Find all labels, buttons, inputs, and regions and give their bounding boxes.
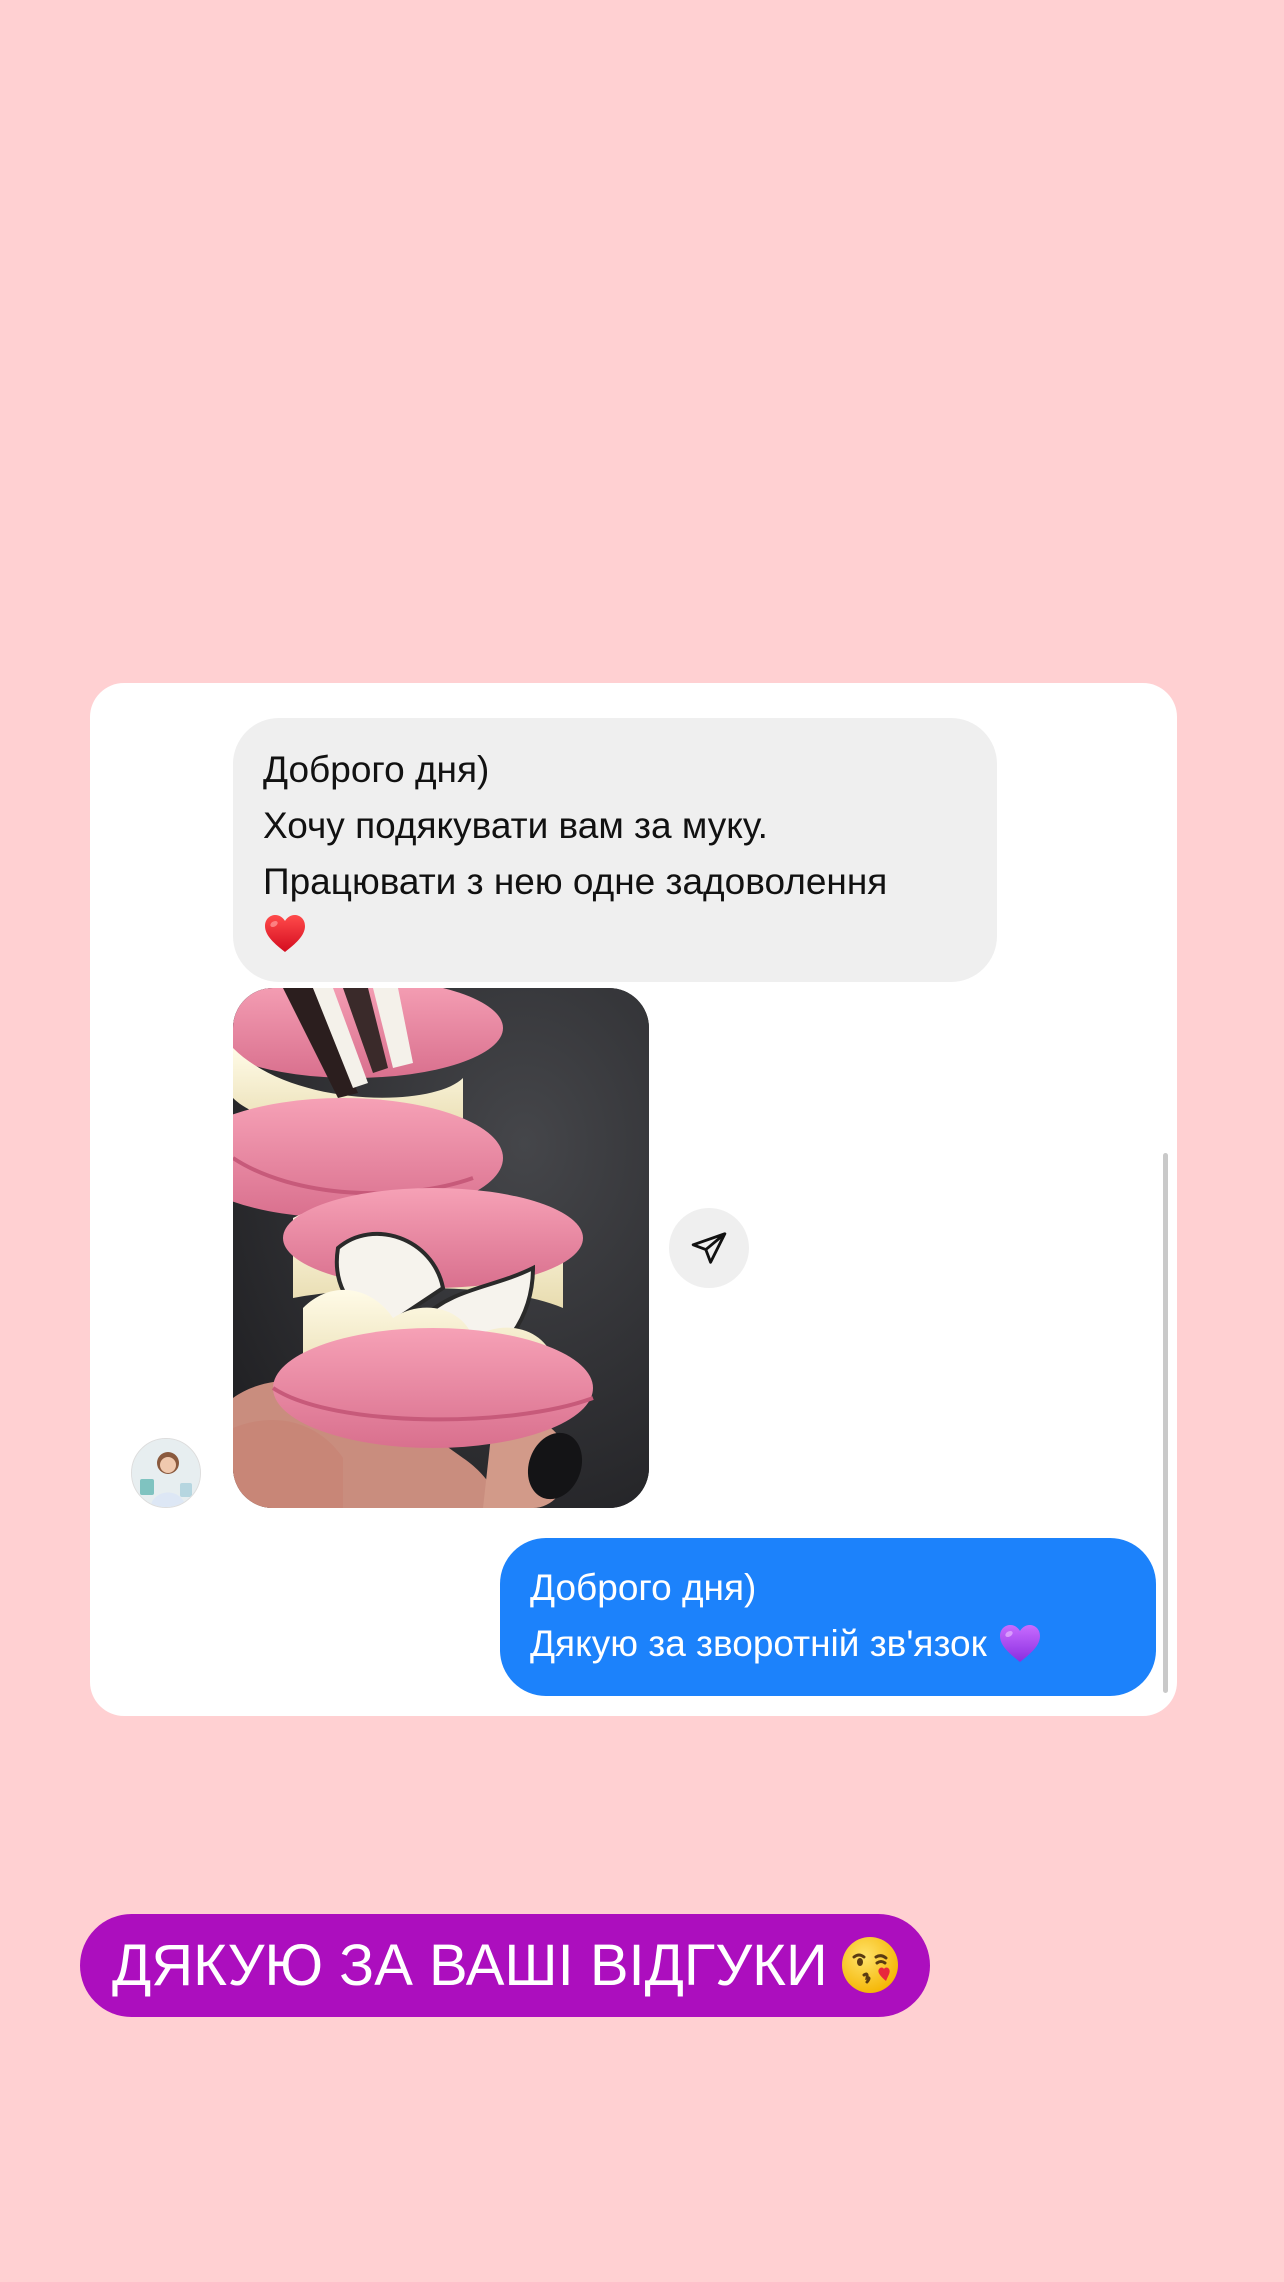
sender-avatar[interactable]	[131, 1438, 201, 1508]
pink-macarons-photo[interactable]	[233, 988, 649, 1508]
message-line: Працювати з нею одне задоволення	[263, 861, 888, 902]
macarons-illustration	[233, 988, 649, 1508]
paper-plane-icon	[691, 1232, 727, 1264]
caption-sticker: ДЯКУЮ ЗА ВАШІ ВІДГУКИ	[80, 1914, 930, 2017]
scrollbar[interactable]	[1163, 1153, 1168, 1693]
message-line-with-emoji: Дякую за зворотній зв'язок	[530, 1616, 1126, 1672]
message-line: Доброго дня)	[530, 1567, 757, 1608]
purple-heart-emoji	[999, 1625, 1040, 1662]
outgoing-message-bubble[interactable]: Доброго дня) Дякую за зворотній зв'язок	[500, 1538, 1156, 1696]
message-line: Хочу подякувати вам за муку.	[263, 805, 768, 846]
chat-card: Доброго дня) Хочу подякувати вам за муку…	[90, 683, 1177, 1716]
message-line: Доброго дня)	[263, 749, 490, 790]
face-blowing-kiss-emoji	[841, 1937, 898, 1993]
avatar-image	[132, 1439, 200, 1507]
incoming-message-bubble[interactable]: Доброго дня) Хочу подякувати вам за муку…	[233, 718, 997, 982]
message-text: Дякую за зворотній зв'язок	[530, 1623, 987, 1664]
red-heart-emoji	[265, 915, 305, 952]
share-button[interactable]	[669, 1208, 749, 1288]
caption-text: ДЯКУЮ ЗА ВАШІ ВІДГУКИ	[112, 1933, 828, 1998]
